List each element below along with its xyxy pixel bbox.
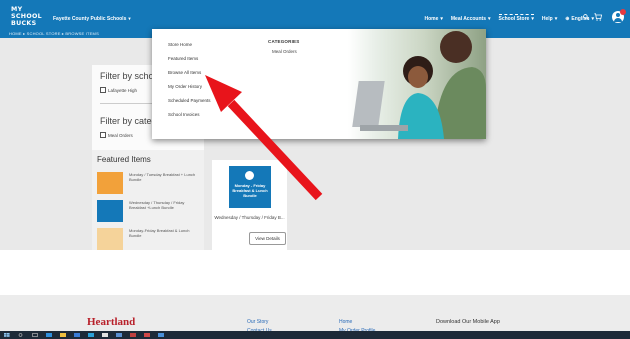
district-label: Fayette County Public Schools bbox=[53, 16, 127, 22]
district-selector[interactable]: Fayette County Public Schools ▾ bbox=[53, 16, 131, 22]
menu-item-featured-items[interactable]: Featured Items bbox=[168, 56, 198, 61]
user-avatar-icon[interactable] bbox=[612, 9, 626, 23]
heartland-logo[interactable]: Heartland bbox=[87, 316, 135, 328]
globe-icon: ⊕ bbox=[565, 16, 570, 22]
chevron-down-icon: ▾ bbox=[440, 16, 443, 22]
app-icon[interactable] bbox=[102, 333, 108, 337]
featured-items-panel: Featured Items Monday / Tuesday Breakfas… bbox=[92, 150, 204, 250]
featured-item[interactable]: Monday / Tuesday Breakfast + Lunch Bundl… bbox=[97, 172, 199, 194]
featured-item-thumbnail bbox=[97, 172, 123, 194]
filter-category-option-label: Meal Orders bbox=[108, 132, 133, 138]
featured-item-thumbnail bbox=[97, 200, 123, 222]
task-view-icon[interactable] bbox=[32, 333, 38, 337]
featured-item-label: Monday / Tuesday Breakfast + Lunch Bundl… bbox=[129, 172, 196, 182]
breadcrumb: HOME ▸ SCHOOL STORE ▸ BROWSE ITEMS bbox=[9, 31, 99, 36]
cart-icon[interactable] bbox=[594, 13, 602, 21]
notification-dot bbox=[620, 9, 626, 15]
menu-item-order-history[interactable]: My Order History bbox=[168, 84, 202, 89]
nav-help[interactable]: Help ▾ bbox=[542, 16, 557, 22]
featured-item-label: Monday-Friday Breakfast & Lunch Bundle bbox=[129, 228, 190, 238]
product-card: Monday - Friday Breakfast & Lunch Bundle… bbox=[212, 160, 287, 250]
nav-school-store-label: School Store bbox=[498, 16, 530, 22]
chevron-down-icon: ▾ bbox=[531, 16, 534, 22]
nav-help-label: Help bbox=[541, 16, 553, 22]
footer-link-our-story[interactable]: Our Story bbox=[247, 319, 268, 325]
menu-item-browse-all-items[interactable]: Browse All Items bbox=[168, 70, 201, 75]
product-image-text: Monday - Friday Breakfast & Lunch Bundle bbox=[232, 183, 268, 198]
nav-meal-accounts-label: Meal Accounts bbox=[450, 16, 486, 22]
product-image[interactable]: Monday - Friday Breakfast & Lunch Bundle bbox=[229, 166, 271, 208]
categories-heading: CATEGORIES bbox=[268, 39, 300, 44]
menu-item-school-invoices[interactable]: School Invoices bbox=[168, 112, 200, 117]
checkbox[interactable] bbox=[100, 132, 106, 138]
search-icon[interactable] bbox=[583, 14, 589, 20]
file-explorer-icon[interactable] bbox=[60, 333, 66, 337]
nav-meal-accounts[interactable]: Meal Accounts ▾ bbox=[451, 16, 491, 22]
app-icon[interactable] bbox=[130, 333, 136, 337]
windows-start-icon[interactable] bbox=[4, 333, 10, 337]
featured-item-thumbnail bbox=[97, 228, 123, 250]
nav-language[interactable]: ⊕ English ▾ bbox=[565, 16, 594, 22]
chevron-down-icon: ▾ bbox=[128, 16, 131, 21]
filter-school-option-label: Lafayette High bbox=[108, 87, 138, 93]
menu-item-store-home[interactable]: Store Home bbox=[168, 42, 192, 47]
app-icon[interactable] bbox=[158, 333, 164, 337]
featured-items-title: Featured Items bbox=[97, 155, 151, 164]
featured-item[interactable]: Monday-Friday Breakfast & Lunch Bundle bbox=[97, 228, 199, 250]
chevron-down-icon: ▾ bbox=[487, 16, 491, 22]
promo-photo bbox=[348, 29, 486, 139]
menu-item-scheduled-payments[interactable]: Scheduled Payments bbox=[168, 98, 211, 103]
search-taskbar-icon[interactable] bbox=[18, 333, 24, 337]
store-icon[interactable] bbox=[88, 333, 94, 337]
menu-category-meal-orders[interactable]: Meal Orders bbox=[272, 49, 297, 54]
nav-home-label: Home bbox=[424, 16, 439, 22]
nav-home[interactable]: Home ▾ bbox=[424, 16, 442, 22]
os-taskbar bbox=[0, 331, 630, 339]
nav-school-store[interactable]: School Store ▾ bbox=[498, 14, 534, 22]
meal-logo-icon bbox=[245, 171, 254, 180]
chevron-down-icon: ▾ bbox=[554, 16, 558, 22]
mobile-app-heading: Download Our Mobile App bbox=[436, 319, 500, 325]
app-icon[interactable] bbox=[144, 333, 150, 337]
myschoolbucks-logo[interactable]: MY SCHOOL BUCKS bbox=[11, 6, 42, 27]
main-nav: Home ▾ Meal Accounts ▾ School Store ▾ Help ▾… bbox=[424, 14, 594, 22]
footer: Heartland Our Story Contact Us Home My O… bbox=[0, 295, 630, 334]
filter-category-option[interactable]: Meal Orders bbox=[100, 132, 133, 138]
view-details-button[interactable]: View Details bbox=[249, 232, 286, 245]
mail-icon[interactable] bbox=[74, 333, 80, 337]
school-store-dropdown: Store Home Featured Items Browse All Ite… bbox=[152, 29, 486, 139]
checkbox[interactable] bbox=[100, 87, 106, 93]
product-title[interactable]: Wednesday / Thursday / Friday B... bbox=[212, 215, 287, 220]
family-laptop-illustration bbox=[352, 31, 486, 139]
app-icon[interactable] bbox=[116, 333, 122, 337]
featured-item-label: Wednesday / Thursday / Friday Breakfast … bbox=[129, 200, 185, 210]
filter-school-option[interactable]: Lafayette High bbox=[100, 87, 137, 93]
featured-item[interactable]: Wednesday / Thursday / Friday Breakfast … bbox=[97, 200, 199, 222]
footer-link-home[interactable]: Home bbox=[339, 319, 352, 325]
edge-browser-icon[interactable] bbox=[46, 333, 52, 337]
